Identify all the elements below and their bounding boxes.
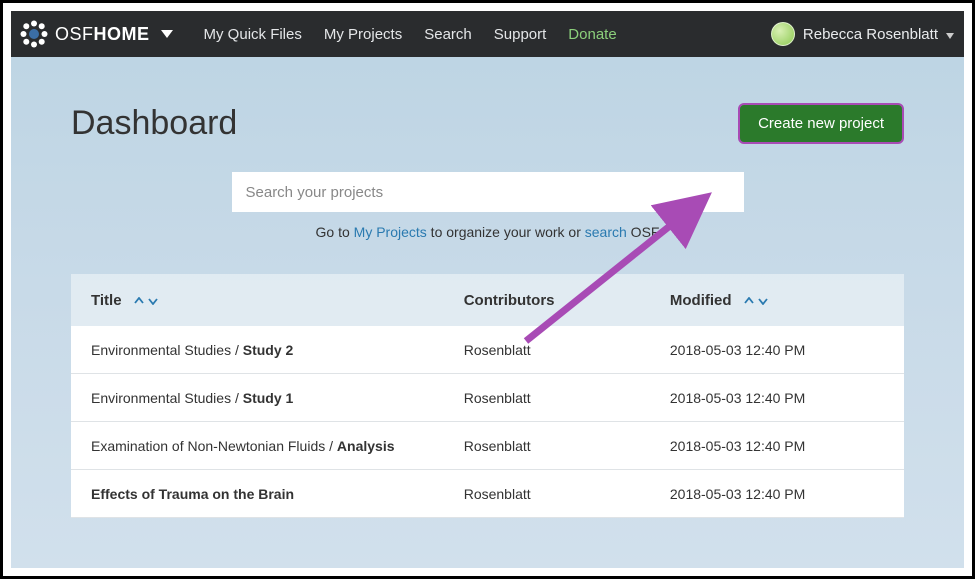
table-row[interactable]: Effects of Trauma on the BrainRosenblatt… (71, 470, 904, 518)
nav-links: My Quick Files My Projects Search Suppor… (204, 26, 617, 43)
cell-title: Environmental Studies / Study 2 (91, 342, 464, 358)
cell-contributors: Rosenblatt (464, 390, 670, 406)
nav-search[interactable]: Search (424, 26, 472, 43)
helper-my-projects-link[interactable]: My Projects (354, 224, 427, 240)
top-navbar: OSFHOME My Quick Files My Projects Searc… (11, 11, 964, 57)
table-row[interactable]: Examination of Non-Newtonian Fluids / An… (71, 422, 904, 470)
projects-table: Title Contributors Modified Environmenta… (71, 274, 904, 518)
sort-asc-icon[interactable] (134, 297, 144, 305)
cell-contributors: Rosenblatt (464, 342, 670, 358)
cell-title: Effects of Trauma on the Brain (91, 486, 464, 502)
sort-desc-icon[interactable] (758, 297, 768, 305)
page-title: Dashboard (71, 104, 237, 143)
sort-asc-icon[interactable] (744, 297, 754, 305)
col-header-modified[interactable]: Modified (670, 292, 884, 309)
table-row[interactable]: Environmental Studies / Study 1Rosenblat… (71, 374, 904, 422)
brand-text: OSFHOME (55, 24, 150, 45)
create-new-project-button[interactable]: Create new project (738, 103, 904, 144)
col-header-contributors[interactable]: Contributors (464, 292, 670, 309)
cell-modified: 2018-05-03 12:40 PM (670, 486, 884, 502)
nav-donate[interactable]: Donate (568, 26, 616, 43)
nav-support[interactable]: Support (494, 26, 547, 43)
cell-modified: 2018-05-03 12:40 PM (670, 438, 884, 454)
nav-my-projects[interactable]: My Projects (324, 26, 402, 43)
caret-down-icon (946, 26, 954, 43)
cell-modified: 2018-05-03 12:40 PM (670, 342, 884, 358)
cell-modified: 2018-05-03 12:40 PM (670, 390, 884, 406)
main-content: Dashboard Create new project Go to My Pr… (11, 57, 964, 518)
user-menu-dropdown[interactable]: Rebecca Rosenblatt (771, 22, 956, 46)
cell-title: Environmental Studies / Study 1 (91, 390, 464, 406)
osf-logo-icon (19, 19, 49, 49)
helper-search-link[interactable]: search (585, 224, 627, 240)
search-projects-input[interactable] (232, 172, 744, 212)
cell-contributors: Rosenblatt (464, 438, 670, 454)
table-header-row: Title Contributors Modified (71, 274, 904, 326)
cell-contributors: Rosenblatt (464, 486, 670, 502)
caret-down-icon (160, 26, 174, 43)
avatar (771, 22, 795, 46)
table-row[interactable]: Environmental Studies / Study 2Rosenblat… (71, 326, 904, 374)
col-header-title[interactable]: Title (91, 292, 464, 309)
helper-text: Go to My Projects to organize your work … (71, 224, 904, 240)
nav-quick-files[interactable]: My Quick Files (204, 26, 302, 43)
brand-home-dropdown[interactable]: OSFHOME (15, 19, 178, 49)
cell-title: Examination of Non-Newtonian Fluids / An… (91, 438, 464, 454)
user-name-label: Rebecca Rosenblatt (803, 26, 938, 43)
sort-desc-icon[interactable] (148, 297, 158, 305)
